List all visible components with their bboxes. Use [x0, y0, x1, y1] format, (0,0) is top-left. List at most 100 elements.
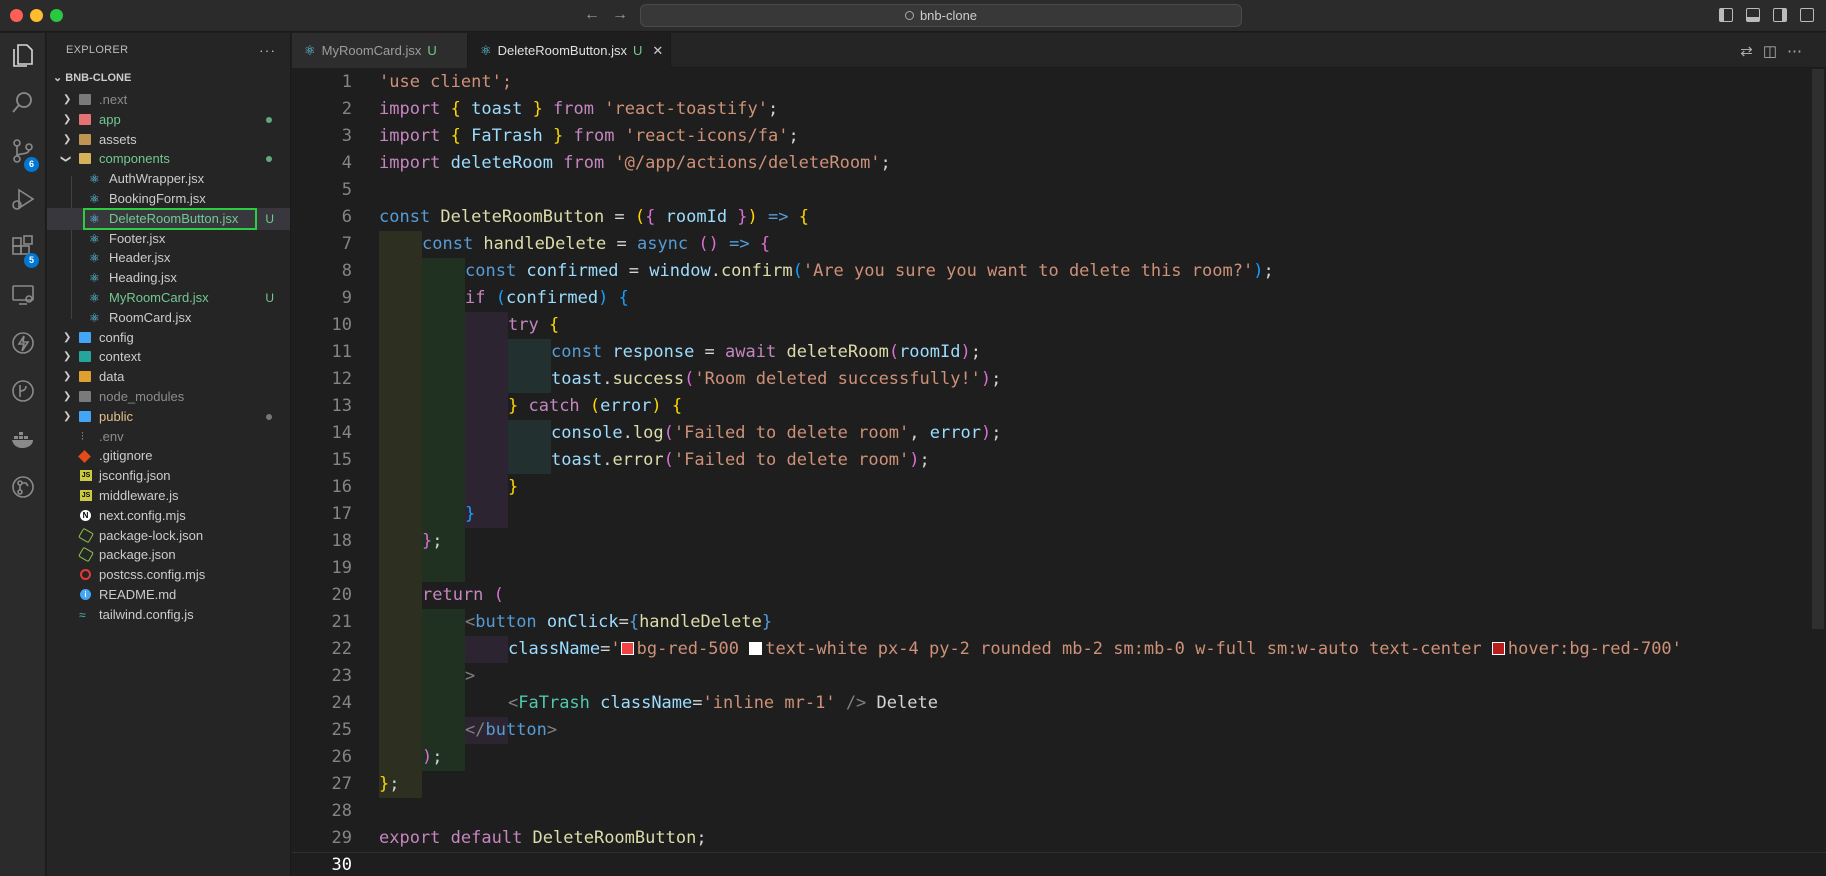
tree-item-next[interactable]: ❯ .next [47, 89, 290, 111]
forward-arrow-icon[interactable]: → [612, 6, 628, 24]
tree-item-footer[interactable]: ⚛ Footer.jsx [47, 228, 290, 250]
tree-item-authwrapper[interactable]: ⚛ AuthWrapper.jsx [47, 168, 290, 190]
tree-item-roomcard[interactable]: ⚛ RoomCard.jsx [47, 307, 290, 329]
line-number: 24 [331, 693, 352, 713]
line-number: 5 [341, 180, 352, 200]
tree-item-label: context [99, 349, 141, 365]
chevron-right-icon: ❯ [63, 113, 72, 125]
line-number: 14 [331, 423, 352, 443]
react-icon: ⚛ [89, 172, 100, 187]
more-editor-actions-icon[interactable]: ⋯ [1787, 43, 1812, 60]
code-line-15: toast.error('Failed to delete room'); [551, 450, 930, 470]
toggle-secondary-sidebar-icon[interactable] [1773, 8, 1787, 22]
tree-item-label: .next [99, 92, 128, 107]
more-actions-icon[interactable]: ··· [259, 33, 276, 67]
tree-item-middleware[interactable]: JS middleware.js [47, 485, 290, 507]
tree-item-jsconfig[interactable]: JS jsconfig.json [47, 465, 290, 487]
tree-item-myroomcard[interactable]: ⚛ MyRoomCard.jsx U [47, 287, 290, 309]
close-tab-icon[interactable]: ✕ [652, 43, 663, 58]
gitlens-icon[interactable] [9, 473, 37, 501]
code-line-29: export default DeleteRoomButton; [379, 828, 707, 848]
code-line-8: const confirmed = window.confirm('Are yo… [465, 261, 1274, 281]
line-number: 13 [331, 396, 352, 416]
code-line-20: return ( [422, 585, 504, 605]
tree-item-label: AuthWrapper.jsx [109, 171, 205, 187]
toggle-primary-sidebar-icon[interactable] [1719, 8, 1733, 22]
tree-item-components[interactable]: ❯ components [47, 148, 290, 170]
modified-dot [266, 116, 272, 123]
indent-guide [508, 420, 551, 474]
folder-icon [79, 371, 91, 383]
js-icon: JS [80, 470, 92, 482]
line-number: 28 [331, 801, 352, 821]
tree-item-deleteroombutton[interactable]: ⚛ DeleteRoomButton.jsx U [47, 207, 290, 230]
nextjs-icon: N [80, 509, 91, 521]
tree-item-data[interactable]: ❯ data [47, 366, 290, 388]
explorer-title: EXPLORER [66, 44, 129, 56]
line-number: 18 [331, 531, 352, 551]
tree-item-label: components [99, 151, 170, 167]
project-root[interactable]: ⌄ BNB-CLONE [47, 67, 290, 89]
tree-item-tailwind[interactable]: ≈ tailwind.config.js [47, 604, 290, 626]
explorer-icon[interactable] [9, 41, 37, 69]
line-number: 29 [331, 828, 352, 848]
settings-file-icon: ⫶ [81, 430, 84, 443]
react-icon: ⚛ [89, 192, 100, 206]
minimize-window-button[interactable] [30, 9, 43, 22]
editor-tab-bar: ⚛ MyRoomCard.jsx U ⚛ DeleteRoomButton.jsx U ✕… [292, 33, 1826, 68]
tree-item-heading[interactable]: ⚛ Heading.jsx [47, 267, 290, 289]
git-graph-icon[interactable] [9, 377, 37, 405]
open-changes-icon[interactable]: ⇄ [1740, 43, 1763, 60]
chevron-right-icon: ❯ [63, 371, 72, 383]
toggle-panel-icon[interactable] [1746, 8, 1760, 22]
tree-item-package[interactable]: package.json [47, 544, 290, 566]
chevron-down-icon: ⌄ [53, 72, 66, 84]
tree-item-readme[interactable]: i README.md [47, 584, 290, 606]
tree-item-next-config[interactable]: N next.config.mjs [47, 505, 290, 527]
tab-label: DeleteRoomButton.jsx [497, 43, 627, 58]
maximize-window-button[interactable] [50, 9, 63, 22]
color-swatch-white[interactable] [749, 642, 763, 655]
tab-myroomcard[interactable]: ⚛ MyRoomCard.jsx U [292, 33, 468, 68]
color-swatch-red-700[interactable] [1491, 642, 1505, 655]
tree-item-app[interactable]: ❯ app [47, 109, 290, 131]
code-line-6: const DeleteRoomButton = ({ roomId }) =>… [379, 207, 809, 227]
tree-item-header[interactable]: ⚛ Header.jsx [47, 247, 290, 269]
tree-item-label: MyRoomCard.jsx [109, 290, 209, 305]
back-arrow-icon[interactable]: ← [584, 6, 600, 24]
chevron-right-icon: ❯ [63, 351, 72, 363]
code-line-12: toast.success('Room deleted successfully… [551, 369, 1002, 389]
customize-layout-icon[interactable] [1800, 8, 1814, 22]
tab-deleteroombutton[interactable]: ⚛ DeleteRoomButton.jsx U ✕ [468, 33, 671, 68]
chevron-right-icon: ❯ [63, 331, 72, 343]
color-swatch-red-500[interactable] [620, 642, 634, 655]
search-sidebar-icon[interactable] [9, 89, 37, 117]
folder-icon [79, 410, 91, 422]
tree-item-public[interactable]: ❯ public [47, 406, 290, 428]
run-debug-icon[interactable] [9, 185, 37, 213]
tree-item-label: jsconfig.json [99, 468, 171, 484]
remote-explorer-icon[interactable] [9, 281, 37, 309]
code-editor[interactable]: 1 2 3 4 5 6 7 8 9 10 11 12 13 14 15 16 17 18 19 20 21 22 23 24 2… [292, 69, 1826, 876]
split-editor-icon[interactable]: ◫ [1763, 43, 1787, 60]
tree-item-config[interactable]: ❯ config [47, 327, 290, 349]
tree-item-bookingform[interactable]: ⚛ BookingForm.jsx [47, 188, 290, 210]
code-line-3: import { FaTrash } from 'react-icons/fa'… [379, 126, 799, 146]
vertical-scrollbar[interactable] [1812, 69, 1824, 629]
react-icon: ⚛ [304, 43, 316, 58]
tree-item-gitignore[interactable]: .gitignore [47, 445, 290, 467]
react-icon: ⚛ [89, 310, 100, 325]
tree-item-package-lock[interactable]: package-lock.json [47, 525, 290, 547]
line-number: 3 [341, 126, 352, 146]
tree-item-node-modules[interactable]: ❯ node_modules [47, 386, 290, 408]
tree-item-assets[interactable]: ❯ assets [47, 129, 290, 151]
tree-item-context[interactable]: ❯ context [47, 346, 290, 368]
thunder-client-icon[interactable] [9, 329, 37, 357]
tree-item-env[interactable]: ⫶ .env [47, 426, 290, 448]
line-number: 7 [341, 234, 352, 254]
code-line-16: } [508, 477, 519, 497]
docker-icon[interactable] [9, 425, 37, 453]
close-window-button[interactable] [10, 9, 23, 22]
tree-item-postcss[interactable]: postcss.config.mjs [47, 564, 290, 586]
command-center-search[interactable]: bnb-clone [640, 4, 1242, 27]
